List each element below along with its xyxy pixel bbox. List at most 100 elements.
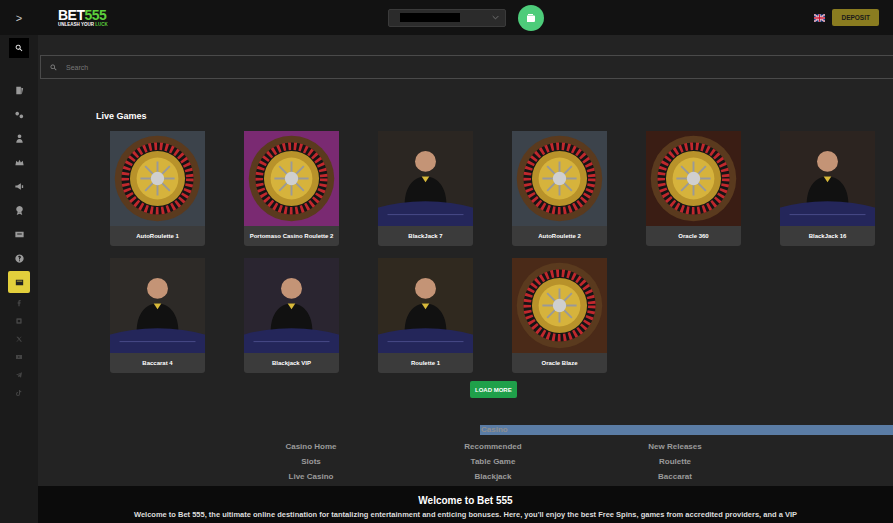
sidebar-item[interactable] <box>8 198 30 222</box>
game-card[interactable]: Portomaso Casino Roulette 2 <box>244 131 339 246</box>
dealer-thumbnail <box>244 258 339 353</box>
footer-link[interactable]: Live Casino <box>289 469 334 484</box>
uk-flag-icon[interactable] <box>814 14 825 22</box>
social-icon <box>15 371 23 379</box>
game-card[interactable]: Blackjack VIP <box>244 258 339 373</box>
footer-link[interactable]: New Releases <box>648 439 701 454</box>
nav-icon <box>14 109 25 120</box>
game-card[interactable]: Oracle Blaze <box>512 258 607 373</box>
sidebar-item[interactable] <box>8 366 30 384</box>
footer-link[interactable]: Table Game <box>471 454 516 469</box>
nav-icon <box>14 133 25 144</box>
welcome-text: Welcome to Bet 555, the ultimate online … <box>38 510 893 520</box>
game-title: AutoRoulette 1 <box>110 226 205 246</box>
game-title: Portomaso Casino Roulette 2 <box>244 226 339 246</box>
sidebar-item[interactable] <box>8 348 30 366</box>
account-select[interactable] <box>388 9 506 27</box>
main-content: Live Games AutoRoulette 1 Portomaso Casino… <box>38 35 893 523</box>
footer-nav-column: RecommendedTable GameBlackjack <box>402 439 584 484</box>
top-bar: > BET555UNLEASH YOUR LUCK DEPOSIT <box>0 0 893 35</box>
logo-tagline: UNLEASH YOUR LUCK <box>58 23 108 28</box>
game-title: AutoRoulette 2 <box>512 226 607 246</box>
game-card[interactable]: Oracle 360 <box>646 131 741 246</box>
sidebar-item[interactable] <box>8 174 30 198</box>
game-card[interactable]: BlackJack 7 <box>378 131 473 246</box>
sidebar-item[interactable] <box>8 222 30 246</box>
footer-link[interactable]: Roulette <box>659 454 691 469</box>
game-title: BlackJack 7 <box>378 226 473 246</box>
search-row <box>38 35 893 79</box>
dealer-thumbnail <box>378 258 473 353</box>
sidebar-toggle[interactable]: > <box>0 12 38 24</box>
nav-icon <box>14 157 25 168</box>
chevron-down-icon <box>492 15 499 20</box>
load-more-button[interactable]: LOAD MORE <box>470 381 517 398</box>
game-title: Oracle Blaze <box>512 353 607 373</box>
game-card[interactable]: Baccarat 4 <box>110 258 205 373</box>
dealer-thumbnail <box>780 131 875 226</box>
sidebar-item[interactable] <box>8 330 30 348</box>
game-card[interactable]: AutoRoulette 2 <box>512 131 607 246</box>
logo-title: BET555 <box>58 8 108 22</box>
nav-icon <box>14 253 25 264</box>
welcome-title: Welcome to Bet 555 <box>38 494 893 507</box>
logo[interactable]: BET555UNLEASH YOUR LUCK <box>58 8 108 28</box>
sidebar-item[interactable] <box>8 294 30 312</box>
footer-link[interactable]: Baccarat <box>658 469 692 484</box>
dealer-thumbnail <box>378 131 473 226</box>
sidebar-item[interactable] <box>8 384 30 402</box>
footer-link[interactable]: Blackjack <box>475 469 512 484</box>
footer-nav-title: Casino <box>480 425 893 435</box>
social-icon <box>15 299 23 307</box>
footer-nav-column: Casino HomeSlotsLive Casino <box>220 439 402 484</box>
roulette-thumbnail <box>512 131 607 226</box>
nav-icon <box>14 229 25 240</box>
social-icon <box>15 389 23 397</box>
footer-link[interactable]: Slots <box>301 454 321 469</box>
games-grid: AutoRoulette 1 Portomaso Casino Roulette … <box>110 131 893 373</box>
sidebar-item[interactable] <box>8 78 30 102</box>
sidebar-item[interactable] <box>8 126 30 150</box>
nav-icon <box>14 85 25 96</box>
sidebar-item[interactable] <box>8 150 30 174</box>
game-card[interactable]: AutoRoulette 1 <box>110 131 205 246</box>
deposit-button[interactable]: DEPOSIT <box>832 9 879 26</box>
header-actions: DEPOSIT <box>814 9 879 26</box>
nav-icon <box>14 277 25 288</box>
welcome-section: Welcome to Bet 555 Welcome to Bet 555, th… <box>38 486 893 523</box>
sidebar-item[interactable] <box>8 102 30 126</box>
section-title: Live Games <box>96 111 893 122</box>
dealer-thumbnail <box>110 258 205 353</box>
roulette-thumbnail <box>512 258 607 353</box>
sidebar-item[interactable] <box>8 246 30 270</box>
game-title: Blackjack VIP <box>244 353 339 373</box>
game-title: Baccarat 4 <box>110 353 205 373</box>
sidebar-item[interactable] <box>8 271 30 293</box>
game-title: Roulette 1 <box>378 353 473 373</box>
social-icon <box>15 335 23 343</box>
account-group <box>388 5 544 31</box>
social-icon <box>15 353 23 361</box>
sidebar-item[interactable] <box>8 312 30 330</box>
search-field[interactable] <box>40 55 893 79</box>
footer-link[interactable]: Casino Home <box>285 439 336 454</box>
sidebar <box>0 35 38 523</box>
footer-nav-header: Casino <box>38 425 893 435</box>
footer-nav: Casino HomeSlotsLive CasinoRecommendedTa… <box>220 439 893 484</box>
wallet-button[interactable] <box>518 5 544 31</box>
game-title: Oracle 360 <box>646 226 741 246</box>
roulette-thumbnail <box>646 131 741 226</box>
sidebar-item[interactable] <box>9 38 29 58</box>
page-body: Live Games AutoRoulette 1 Portomaso Casino… <box>0 35 893 523</box>
game-card[interactable]: Roulette 1 <box>378 258 473 373</box>
game-title: BlackJack 16 <box>780 226 875 246</box>
roulette-thumbnail <box>110 131 205 226</box>
search-icon <box>14 43 24 53</box>
game-card[interactable]: BlackJack 16 <box>780 131 875 246</box>
roulette-thumbnail <box>244 131 339 226</box>
load-more-row: LOAD MORE <box>38 381 893 398</box>
footer-link[interactable]: Recommended <box>464 439 521 454</box>
nav-icon <box>14 205 25 216</box>
redacted-mark <box>400 13 460 22</box>
search-input[interactable] <box>64 63 893 72</box>
